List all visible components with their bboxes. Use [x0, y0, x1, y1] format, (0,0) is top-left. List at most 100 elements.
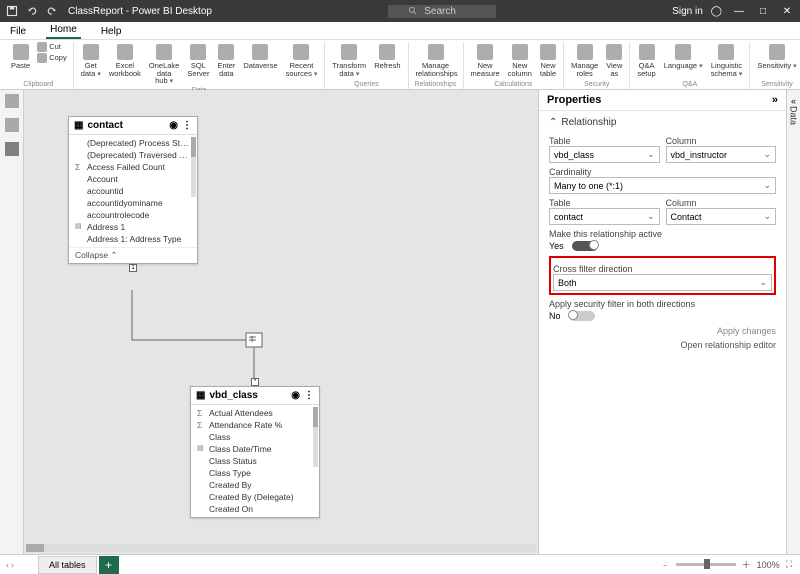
global-search[interactable]: Search: [388, 5, 496, 18]
field-item[interactable]: Access Failed Count: [69, 161, 197, 173]
field-item[interactable]: (Deprecated) Process Stage: [69, 137, 197, 149]
enter-data-button[interactable]: Enter data: [214, 42, 238, 87]
refresh-button[interactable]: Refresh: [371, 42, 403, 81]
table-card-vbd-class[interactable]: * ▦ vbd_class ◉ ⋮ Actual AttendeesAttend…: [190, 386, 320, 518]
user-icon[interactable]: ◯: [711, 6, 722, 17]
model-view-icon[interactable]: [5, 142, 19, 156]
dataverse-button[interactable]: Dataverse: [240, 42, 280, 87]
nav-prev-icon[interactable]: ‹: [6, 560, 9, 570]
field-item[interactable]: Created By: [191, 479, 319, 491]
table-view-icon[interactable]: [5, 118, 19, 132]
tab-file[interactable]: File: [6, 24, 30, 39]
field-item[interactable]: Class Date/Time: [191, 443, 319, 455]
group-label: Queries: [354, 81, 379, 88]
model-canvas[interactable]: ▦ contact ◉ ⋮ (Deprecated) Process Stage…: [24, 90, 538, 554]
data-pane-label[interactable]: Data: [789, 106, 799, 125]
language-button[interactable]: Language: [661, 42, 706, 81]
minimize-button[interactable]: —: [732, 6, 746, 17]
transform-data-button[interactable]: Transform data: [329, 42, 369, 81]
active-value: Yes: [549, 241, 564, 251]
tab-home[interactable]: Home: [46, 22, 81, 39]
field-item[interactable]: Created By (Delegate): [191, 491, 319, 503]
select-cross-filter[interactable]: Both: [553, 274, 772, 291]
sql-button[interactable]: SQL Server: [184, 42, 212, 87]
select-table2[interactable]: contact: [549, 208, 660, 225]
field-item[interactable]: accountrolecode: [69, 209, 197, 221]
field-item[interactable]: (Deprecated) Traversed Path: [69, 149, 197, 161]
field-item[interactable]: Created On: [191, 503, 319, 515]
collapse-panel-icon[interactable]: »: [772, 94, 778, 106]
toggle-active[interactable]: [572, 241, 598, 251]
cut-button[interactable]: Cut: [35, 42, 69, 52]
visibility-icon[interactable]: ◉: [169, 120, 178, 131]
open-editor-link[interactable]: Open relationship editor: [549, 340, 776, 350]
toggle-security-filter[interactable]: [569, 311, 595, 321]
tab-help[interactable]: Help: [97, 24, 126, 39]
new-column-button[interactable]: New column: [505, 42, 535, 81]
properties-panel: Properties » ⌃Relationship Table vbd_cla…: [538, 90, 786, 554]
onelake-button[interactable]: OneLake data hub: [146, 42, 182, 87]
field-item[interactable]: Class Status: [191, 455, 319, 467]
field-item[interactable]: Address 1: Address Type: [69, 233, 197, 245]
table-card-contact[interactable]: ▦ contact ◉ ⋮ (Deprecated) Process Stage…: [68, 116, 198, 264]
section-relationship[interactable]: ⌃Relationship: [549, 117, 776, 128]
undo-icon[interactable]: [26, 5, 38, 17]
field-item[interactable]: Class Type: [191, 467, 319, 479]
report-view-icon[interactable]: [5, 94, 19, 108]
scrollbar[interactable]: [313, 407, 318, 467]
new-table-button[interactable]: New table: [537, 42, 559, 81]
ribbon: Paste Cut Copy Clipboard Get data Excel …: [0, 40, 800, 90]
select-column1[interactable]: vbd_instructor: [666, 146, 777, 163]
manage-roles-button[interactable]: Manage roles: [568, 42, 601, 81]
new-measure-button[interactable]: New measure: [468, 42, 503, 81]
layout-tab-all-tables[interactable]: All tables: [38, 556, 97, 574]
table-name: vbd_class: [209, 390, 257, 401]
canvas-hscroll[interactable]: [26, 544, 536, 552]
apply-changes-link[interactable]: Apply changes: [549, 326, 776, 336]
ribbon-group-data: Get data Excel workbook OneLake data hub…: [74, 42, 326, 89]
more-icon[interactable]: ⋮: [182, 120, 192, 131]
get-data-button[interactable]: Get data: [78, 42, 104, 87]
zoom-level: 100%: [757, 560, 780, 570]
ribbon-group-security: Manage roles View as Security: [564, 42, 630, 89]
visibility-icon[interactable]: ◉: [291, 390, 300, 401]
close-button[interactable]: ✕: [780, 6, 794, 17]
relationship-port-many: *: [251, 378, 259, 386]
recent-sources-button[interactable]: Recent sources: [283, 42, 321, 87]
collapse-link[interactable]: Collapse ⌃: [69, 247, 197, 263]
field-item[interactable]: Account: [69, 173, 197, 185]
label-table: Table: [549, 136, 660, 146]
zoom-slider[interactable]: [676, 563, 736, 566]
sign-in-link[interactable]: Sign in: [672, 6, 703, 17]
nav-next-icon[interactable]: ›: [11, 560, 14, 570]
ribbon-group-queries: Transform data Refresh Queries: [325, 42, 408, 89]
expand-data-icon[interactable]: «: [791, 96, 796, 106]
save-icon[interactable]: [6, 5, 18, 17]
copy-button[interactable]: Copy: [35, 53, 69, 63]
redo-icon[interactable]: [46, 5, 58, 17]
select-cardinality[interactable]: Many to one (*:1): [549, 177, 776, 194]
field-item[interactable]: accountid: [69, 185, 197, 197]
view-as-button[interactable]: View as: [603, 42, 625, 81]
field-item[interactable]: Actual Attendees: [191, 407, 319, 419]
more-icon[interactable]: ⋮: [304, 390, 314, 401]
fit-to-screen-icon[interactable]: ⛶: [786, 559, 792, 570]
scrollbar[interactable]: [191, 137, 196, 197]
manage-relationships-button[interactable]: Manage relationships: [413, 42, 459, 81]
field-item[interactable]: accountidyominame: [69, 197, 197, 209]
paste-button[interactable]: Paste: [8, 42, 33, 81]
field-item[interactable]: Class: [191, 431, 319, 443]
zoom-out-icon[interactable]: ﹣: [661, 558, 670, 571]
select-table1[interactable]: vbd_class: [549, 146, 660, 163]
select-column2[interactable]: Contact: [666, 208, 777, 225]
excel-button[interactable]: Excel workbook: [106, 42, 144, 87]
sensitivity-button[interactable]: Sensitivity: [754, 42, 799, 81]
linguistic-schema-button[interactable]: Linguistic schema: [708, 42, 746, 81]
field-item[interactable]: Address 1: [69, 221, 197, 233]
zoom-in-icon[interactable]: ＋: [742, 558, 751, 571]
add-layout-button[interactable]: +: [99, 556, 119, 574]
qa-setup-button[interactable]: Q&A setup: [634, 42, 658, 81]
field-item[interactable]: Attendance Rate %: [191, 419, 319, 431]
maximize-button[interactable]: □: [756, 6, 770, 17]
ribbon-group-sensitivity: Sensitivity Sensitivity: [750, 42, 800, 89]
